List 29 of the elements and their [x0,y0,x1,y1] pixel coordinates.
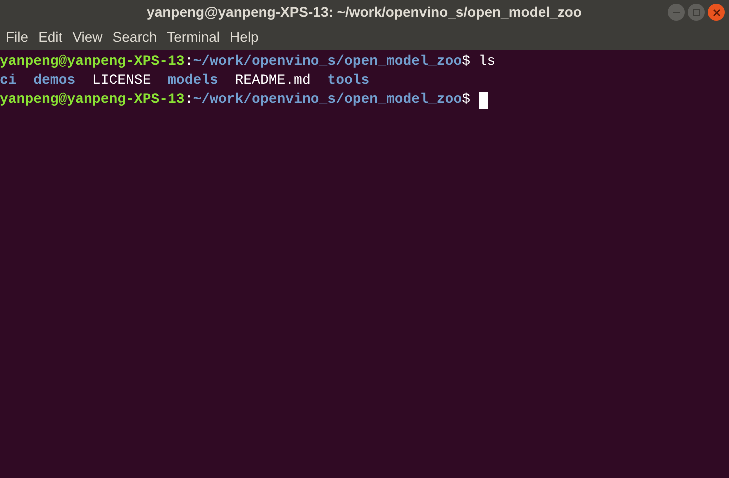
close-button[interactable] [708,4,725,21]
prompt-user: yanpeng@yanpeng-XPS-13 [0,53,185,72]
prompt-symbol: $ [462,91,470,110]
directory-name: ci [0,72,17,91]
directory-name: tools [328,72,370,91]
minimize-icon [673,12,680,14]
menu-item[interactable]: Search [108,27,162,48]
window-title: yanpeng@yanpeng-XPS-13: ~/work/openvino_s/open_model_zoo [147,3,582,22]
prompt-path: ~/work/openvino_s/open_model_zoo [193,91,462,110]
maximize-button[interactable] [688,4,705,21]
minimize-button[interactable] [668,4,685,21]
prompt-user: yanpeng@yanpeng-XPS-13 [0,91,185,110]
command-text: ls [478,53,496,72]
close-icon [712,8,720,16]
prompt-path: ~/work/openvino_s/open_model_zoo [193,53,462,72]
menu-item[interactable]: File [1,27,34,48]
maximize-icon [693,9,700,16]
prompt-symbol: $ [462,53,470,72]
text-cursor [478,92,488,109]
directory-name: models [168,72,218,91]
file-name: LICENSE [92,72,152,91]
menu-item[interactable]: Edit [34,27,68,48]
file-name: README.md [235,72,311,91]
menu-item[interactable]: View [68,27,108,48]
directory-name: demos [34,72,76,91]
menu-item[interactable]: Terminal [162,27,226,48]
prompt-separator: : [184,91,194,110]
menu-item[interactable]: Help [225,27,264,48]
prompt-separator: : [184,53,194,72]
